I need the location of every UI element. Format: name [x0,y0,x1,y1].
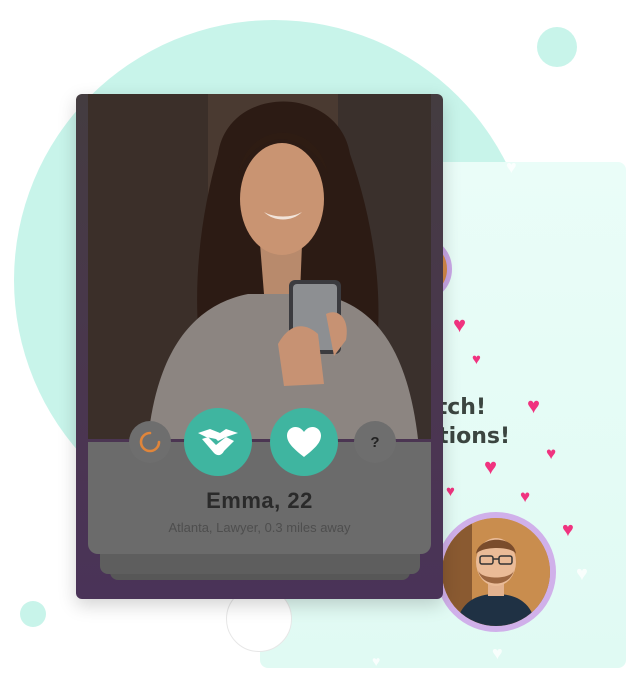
heart-icon: ♥ [506,162,517,177]
heart-icon: ♥ [446,483,455,500]
heart-icon: ♥ [472,351,481,368]
heart-icon: ♥ [453,312,467,337]
profile-card[interactable]: Emma, 22 Atlanta, Lawyer, 0.3 miles away… [76,94,443,599]
match-avatar [436,512,556,632]
undo-icon [139,431,161,453]
undo-button[interactable] [129,421,171,463]
heart-icon: ♥ [562,519,574,541]
heart-icon [287,427,321,457]
man-portrait-icon [442,518,550,626]
decorative-dot [20,601,46,627]
profile-details: Atlanta, Lawyer, 0.3 miles away [168,520,351,535]
heart-icon: ♥ [372,653,381,668]
help-button[interactable]: ? [354,421,396,463]
heart-icon: ♥ [527,393,541,418]
profile-name: Emma, 22 [206,488,313,513]
profile-photo [88,94,431,439]
heart-icon: ♥ [484,454,498,479]
decorative-dot [537,27,577,67]
heart-icon: ♥ [492,643,503,663]
heart-icon: ♥ [520,487,531,506]
like-button[interactable] [270,408,338,476]
heart-icon: ♥ [546,444,557,463]
woman-with-phone-illustration [88,94,431,439]
match-button[interactable] [184,408,252,476]
heart-icon: ♥ [576,563,588,585]
handshake-icon [198,429,238,456]
